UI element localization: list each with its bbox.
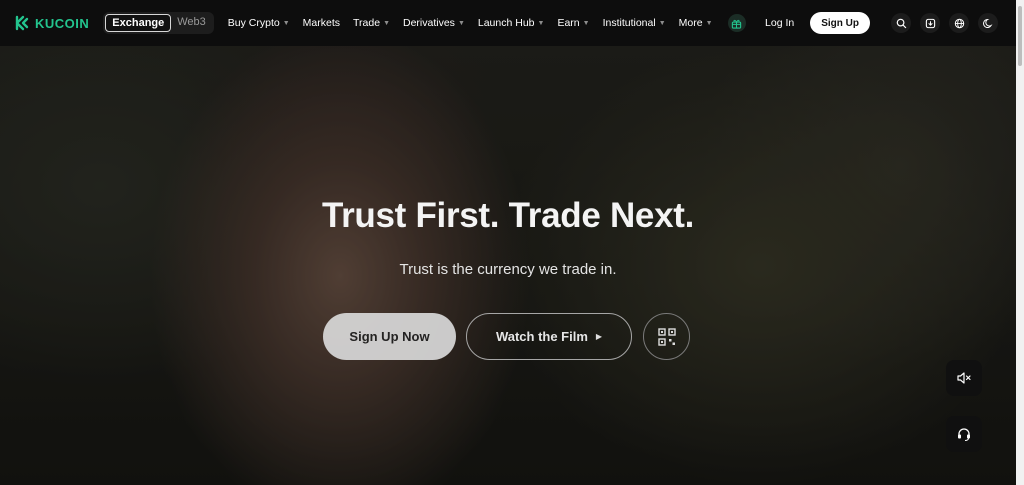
sign-up-now-button[interactable]: Sign Up Now [323, 313, 456, 360]
gift-icon[interactable] [727, 14, 746, 32]
hero-title: Trust First. Trade Next. [321, 196, 695, 235]
download-icon[interactable] [920, 13, 940, 33]
menu-markets[interactable]: Markets [303, 17, 340, 29]
chevron-down-icon: ▼ [282, 19, 290, 27]
kucoin-logo[interactable]: KUCOIN [15, 15, 89, 31]
menu-buy-crypto[interactable]: Buy Crypto ▼ [228, 17, 290, 29]
globe-icon[interactable] [949, 13, 969, 33]
chevron-down-icon: ▼ [457, 19, 465, 27]
kucoin-logo-icon [15, 15, 29, 31]
menu-earn[interactable]: Earn ▼ [557, 17, 589, 29]
search-icon[interactable] [891, 13, 911, 33]
play-icon: ▶ [595, 332, 603, 341]
chevron-down-icon: ▼ [705, 19, 713, 27]
nav-right: Log In Sign Up [765, 0, 998, 46]
chevron-down-icon: ▼ [537, 19, 545, 27]
exchange-web3-switch: Exchange Web3 [103, 12, 214, 34]
hero-subtitle: Trust is the currency we trade in. [399, 261, 617, 278]
menu-derivatives[interactable]: Derivatives ▼ [403, 17, 465, 29]
qr-code-icon[interactable] [643, 313, 690, 360]
headset-icon[interactable] [946, 416, 982, 452]
chevron-down-icon: ▼ [383, 19, 390, 27]
page-scrollbar[interactable] [1016, 0, 1024, 485]
hero-section: Trust First. Trade Next. Trust is the cu… [0, 46, 1016, 485]
top-navbar: KUCOIN Exchange Web3 Buy Crypto ▼ Markets… [0, 0, 1016, 46]
chevron-down-icon: ▼ [658, 19, 666, 27]
menu-trade[interactable]: Trade ▼ [353, 17, 390, 29]
web3-tab[interactable]: Web3 [171, 14, 212, 32]
menu-more[interactable]: More ▼ [679, 17, 713, 29]
exchange-tab[interactable]: Exchange [105, 14, 172, 32]
chevron-down-icon: ▼ [582, 19, 590, 27]
watch-film-label: Watch the Film [495, 329, 588, 344]
signup-button[interactable]: Sign Up [810, 12, 870, 34]
watch-film-button[interactable]: Watch the Film ▶ [466, 313, 632, 360]
moon-icon[interactable] [978, 13, 998, 33]
speaker-muted-icon[interactable] [946, 360, 982, 396]
menu-institutional[interactable]: Institutional ▼ [603, 17, 666, 29]
login-link[interactable]: Log In [765, 17, 794, 29]
main-menu: Buy Crypto ▼ Markets Trade ▼ Derivatives ▼ … [228, 14, 746, 32]
menu-launch-hub[interactable]: Launch Hub ▼ [478, 17, 545, 29]
brand-name: KUCOIN [35, 15, 90, 31]
scrollbar-thumb[interactable] [1018, 6, 1022, 66]
